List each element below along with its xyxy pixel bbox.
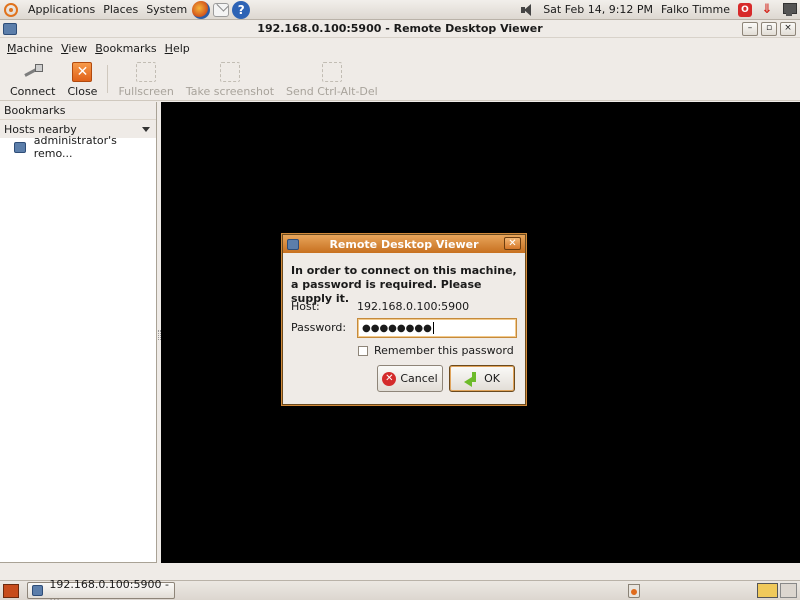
system-menu[interactable]: System <box>142 0 191 20</box>
ubuntu-logo-icon[interactable] <box>4 2 18 17</box>
user-name[interactable]: Falko Timme <box>661 3 730 16</box>
toolbar-separator <box>107 65 109 93</box>
take-screenshot-button[interactable]: Take screenshot <box>180 59 280 99</box>
maximize-button[interactable]: ▫ <box>761 21 777 36</box>
update-notifier-icon[interactable]: ⇓ <box>760 2 774 17</box>
mail-icon[interactable] <box>213 2 230 17</box>
password-dialog: Remote Desktop Viewer ✕ In order to conn… <box>282 234 526 405</box>
password-field[interactable]: ●●●●●●●● <box>357 318 517 338</box>
connect-icon <box>23 62 43 82</box>
keyboard-icon <box>321 62 342 82</box>
workspace-switcher-active[interactable] <box>757 583 778 598</box>
close-button[interactable]: ✕ Close <box>61 59 103 99</box>
fullscreen-icon <box>136 62 157 82</box>
remember-password-label[interactable]: Remember this password <box>374 344 514 357</box>
trash-icon[interactable] <box>628 584 640 598</box>
top-panel: Applications Places System ? Sat Feb 14,… <box>0 0 800 20</box>
dialog-title: Remote Desktop Viewer <box>329 237 479 251</box>
volume-icon[interactable] <box>521 3 535 16</box>
dialog-titlebar[interactable]: Remote Desktop Viewer ✕ <box>283 235 525 253</box>
cancel-icon: ✕ <box>382 371 397 386</box>
window-title: 192.168.0.100:5900 - Remote Desktop View… <box>257 22 543 35</box>
camera-icon <box>219 62 240 82</box>
sidebar: Bookmarks Hosts nearby administrator's r… <box>0 102 157 563</box>
window-titlebar[interactable]: 192.168.0.100:5900 - Remote Desktop View… <box>0 20 800 38</box>
taskbar-app-icon <box>32 585 44 596</box>
sidebar-heading: Bookmarks <box>0 102 156 120</box>
taskbar-window-button[interactable]: 192.168.0.100:5900 - ... <box>27 578 175 600</box>
help-icon[interactable]: ? <box>232 0 251 19</box>
close-window-button[interactable]: × <box>780 21 796 36</box>
send-ctrl-alt-del-button[interactable]: Send Ctrl-Alt-Del <box>280 59 384 99</box>
ok-button[interactable]: OK <box>449 365 515 392</box>
remember-password-row[interactable]: Remember this password <box>358 344 514 357</box>
password-label: Password: <box>291 321 347 334</box>
minimize-button[interactable]: – <box>742 21 758 36</box>
host-value: 192.168.0.100:5900 <box>357 300 470 313</box>
menu-help[interactable]: Help <box>161 42 194 55</box>
connect-button[interactable]: Connect <box>4 59 61 99</box>
text-caret <box>432 322 434 334</box>
firefox-icon[interactable] <box>192 0 211 19</box>
workspace-switcher-inactive[interactable] <box>780 583 797 598</box>
fullscreen-button[interactable]: Fullscreen <box>112 59 179 99</box>
host-label: Host: <box>291 300 320 313</box>
network-icon[interactable] <box>782 2 797 17</box>
remote-host-icon <box>14 141 26 153</box>
chevron-down-icon <box>142 126 150 132</box>
remember-password-checkbox[interactable] <box>358 345 368 356</box>
enter-arrow-icon <box>464 371 480 387</box>
toolbar: Connect ✕ Close Fullscreen Take screensh… <box>0 59 800 101</box>
password-mask: ●●●●●●●● <box>362 322 432 334</box>
clock[interactable]: Sat Feb 14, 9:12 PM <box>543 3 653 16</box>
close-icon: ✕ <box>72 62 93 82</box>
host-list-item[interactable]: administrator's remo... <box>0 134 156 160</box>
menubar: Machine View Bookmarks Help <box>0 39 800 58</box>
power-icon[interactable]: O <box>738 2 752 17</box>
bottom-panel: 192.168.0.100:5900 - ... <box>0 578 800 600</box>
applications-menu[interactable]: Applications <box>24 0 99 20</box>
menu-view[interactable]: View <box>57 42 91 55</box>
cancel-button[interactable]: ✕ Cancel <box>377 365 443 392</box>
menu-machine[interactable]: Machine <box>3 42 57 55</box>
dialog-close-button[interactable]: ✕ <box>504 237 521 250</box>
places-menu[interactable]: Places <box>99 0 142 20</box>
menu-bookmarks[interactable]: Bookmarks <box>91 42 160 55</box>
host-name: administrator's remo... <box>33 134 117 160</box>
show-desktop-icon[interactable] <box>3 583 19 598</box>
